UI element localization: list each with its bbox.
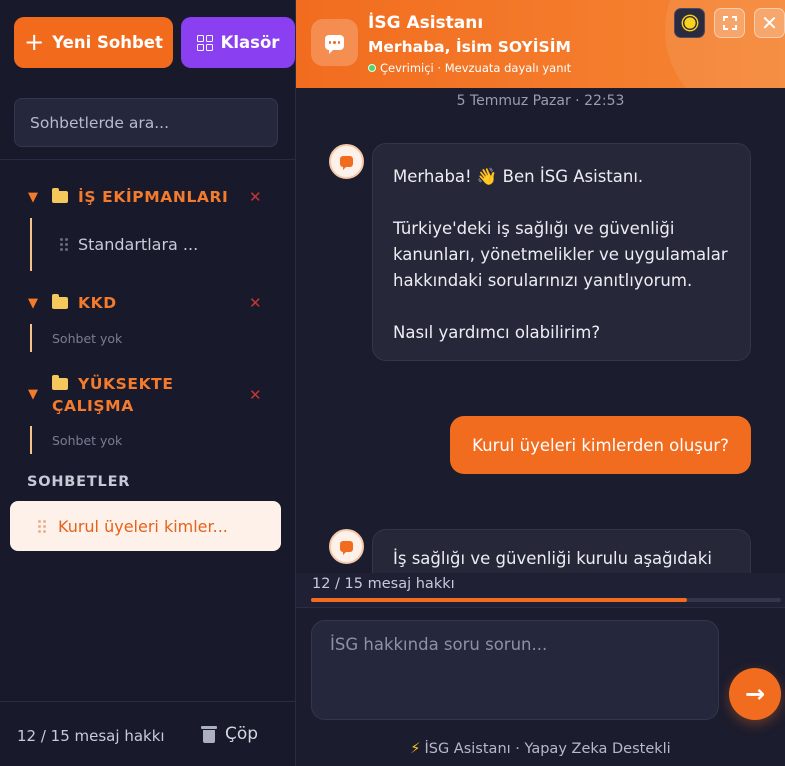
sidebar-quota-text: 12 / 15 mesaj hakkı <box>17 727 165 745</box>
status-line: Çevrimiçi · Mevzuata dayalı yanıt <box>368 61 571 75</box>
quota-progress-bar <box>311 598 781 602</box>
bot-message: İş sağlığı ve güvenliği kurulu aşağıdaki <box>372 529 751 573</box>
chat-search-box <box>14 98 278 147</box>
message-input[interactable] <box>311 620 719 720</box>
expand-icon <box>722 16 737 30</box>
chat-bubble-icon <box>340 541 353 555</box>
expand-button[interactable] <box>714 8 745 38</box>
delete-folder-icon[interactable]: ✕ <box>249 188 262 206</box>
greeting-text: Merhaba, İsim SOYİSİM <box>368 38 571 56</box>
chat-bubble-icon <box>325 35 344 54</box>
folder-icon <box>52 188 68 203</box>
sidebar: + Yeni Sohbet Klasör ▼ İŞ EKİPMANLARI ✕ … <box>0 0 296 766</box>
new-chat-button[interactable]: + Yeni Sohbet <box>14 17 173 68</box>
chat-bubble-icon <box>340 156 353 170</box>
send-button[interactable]: → <box>729 668 781 720</box>
bot-avatar <box>311 19 358 66</box>
chat-list-item-active[interactable]: Kurul üyeleri kimler... <box>10 501 281 551</box>
chat-panel: İSG Asistanı Merhaba, İsim SOYİSİM Çevri… <box>296 0 785 766</box>
user-message: Kurul üyeleri kimlerden oluşur? <box>450 416 751 474</box>
new-folder-button[interactable]: Klasör <box>181 17 295 68</box>
trash-label: Çöp <box>225 724 259 744</box>
sidebar-divider <box>0 159 295 160</box>
online-status-dot <box>368 64 376 72</box>
bot-message: Merhaba! 👋 Ben İSG Asistanı. Türkiye'dek… <box>372 143 751 361</box>
folder-name: KKD <box>78 294 117 312</box>
grid-icon <box>196 34 213 51</box>
quota-bar: 12 / 15 mesaj hakkı <box>296 573 785 607</box>
folder-chat-title: Standartlara ... <box>78 235 199 254</box>
delete-folder-icon[interactable]: ✕ <box>249 294 262 312</box>
folder-icon <box>52 294 68 309</box>
chat-header: İSG Asistanı Merhaba, İsim SOYİSİM Çevri… <box>296 0 785 88</box>
trash-button[interactable]: Çöp <box>201 724 258 744</box>
close-icon: ✕ <box>761 11 778 35</box>
footer-text: İSG Asistanı · Yapay Zeka Destekli <box>424 741 671 757</box>
quota-text: 12 / 15 mesaj hakkı <box>312 576 455 592</box>
folder-header-kkd[interactable]: ▼ KKD <box>28 294 117 312</box>
chats-section-title: SOHBETLER <box>27 474 131 490</box>
sidebar-bottom-divider <box>0 701 295 702</box>
caret-down-icon[interactable]: ▼ <box>28 190 52 205</box>
arrow-right-icon: → <box>744 680 766 708</box>
quota-progress-fill <box>311 598 687 602</box>
empty-folder-text: Sohbet yok <box>52 433 123 448</box>
folder-name-line2: ÇALIŞMA <box>52 397 134 415</box>
new-folder-label: Klasör <box>220 33 280 52</box>
chat-title: Kurul üyeleri kimler... <box>58 516 228 536</box>
drag-handle-icon[interactable] <box>60 238 68 251</box>
footer-note: ⚡ İSG Asistanı · Yapay Zeka Destekli <box>296 741 785 757</box>
folder-chat-item[interactable]: Standartlara ... <box>60 235 198 254</box>
folder-header-is-ekipmanlari[interactable]: ▼ İŞ EKİPMANLARI <box>28 188 228 206</box>
bot-message-text: Merhaba! 👋 Ben İSG Asistanı. Türkiye'dek… <box>393 167 728 342</box>
trash-icon <box>201 724 217 744</box>
folder-tree-line <box>30 218 32 271</box>
folder-tree-line <box>30 324 32 352</box>
composer: → ⚡İSG Asistanı · Yapay Zeka Destekli <box>296 607 785 766</box>
bot-message-avatar <box>329 529 364 564</box>
caret-down-icon[interactable]: ▼ <box>28 296 52 311</box>
delete-folder-icon[interactable]: ✕ <box>249 386 262 404</box>
assistant-title: İSG Asistanı <box>368 13 484 33</box>
folder-icon <box>52 375 68 390</box>
lightning-icon: ⚡ <box>410 741 421 757</box>
theme-toggle-button[interactable] <box>674 8 705 38</box>
close-button[interactable]: ✕ <box>754 8 785 38</box>
sun-icon <box>683 17 696 29</box>
user-message-text: Kurul üyeleri kimlerden oluşur? <box>472 435 729 455</box>
empty-folder-text: Sohbet yok <box>52 331 123 346</box>
folder-tree-line <box>30 426 32 454</box>
folder-name: İŞ EKİPMANLARI <box>78 188 229 206</box>
folder-header-yuksekte-calisma[interactable]: ▼ YÜKSEKTE ÇALIŞMA <box>28 375 174 415</box>
drag-handle-icon[interactable] <box>38 519 46 533</box>
bot-message-text: İş sağlığı ve güvenliği kurulu aşağıdaki <box>393 549 712 568</box>
bot-message-avatar <box>329 144 364 179</box>
message-list[interactable]: 5 Temmuz Pazar · 22:53 Merhaba! 👋 Ben İS… <box>296 88 785 573</box>
chat-search-input[interactable] <box>30 113 262 132</box>
date-separator: 5 Temmuz Pazar · 22:53 <box>456 93 625 109</box>
caret-down-icon[interactable]: ▼ <box>28 387 52 402</box>
new-chat-label: Yeni Sohbet <box>52 33 163 52</box>
folder-name-line1: YÜKSEKTE <box>78 375 174 393</box>
plus-icon: + <box>24 27 45 56</box>
status-text: Çevrimiçi · Mevzuata dayalı yanıt <box>380 61 572 75</box>
